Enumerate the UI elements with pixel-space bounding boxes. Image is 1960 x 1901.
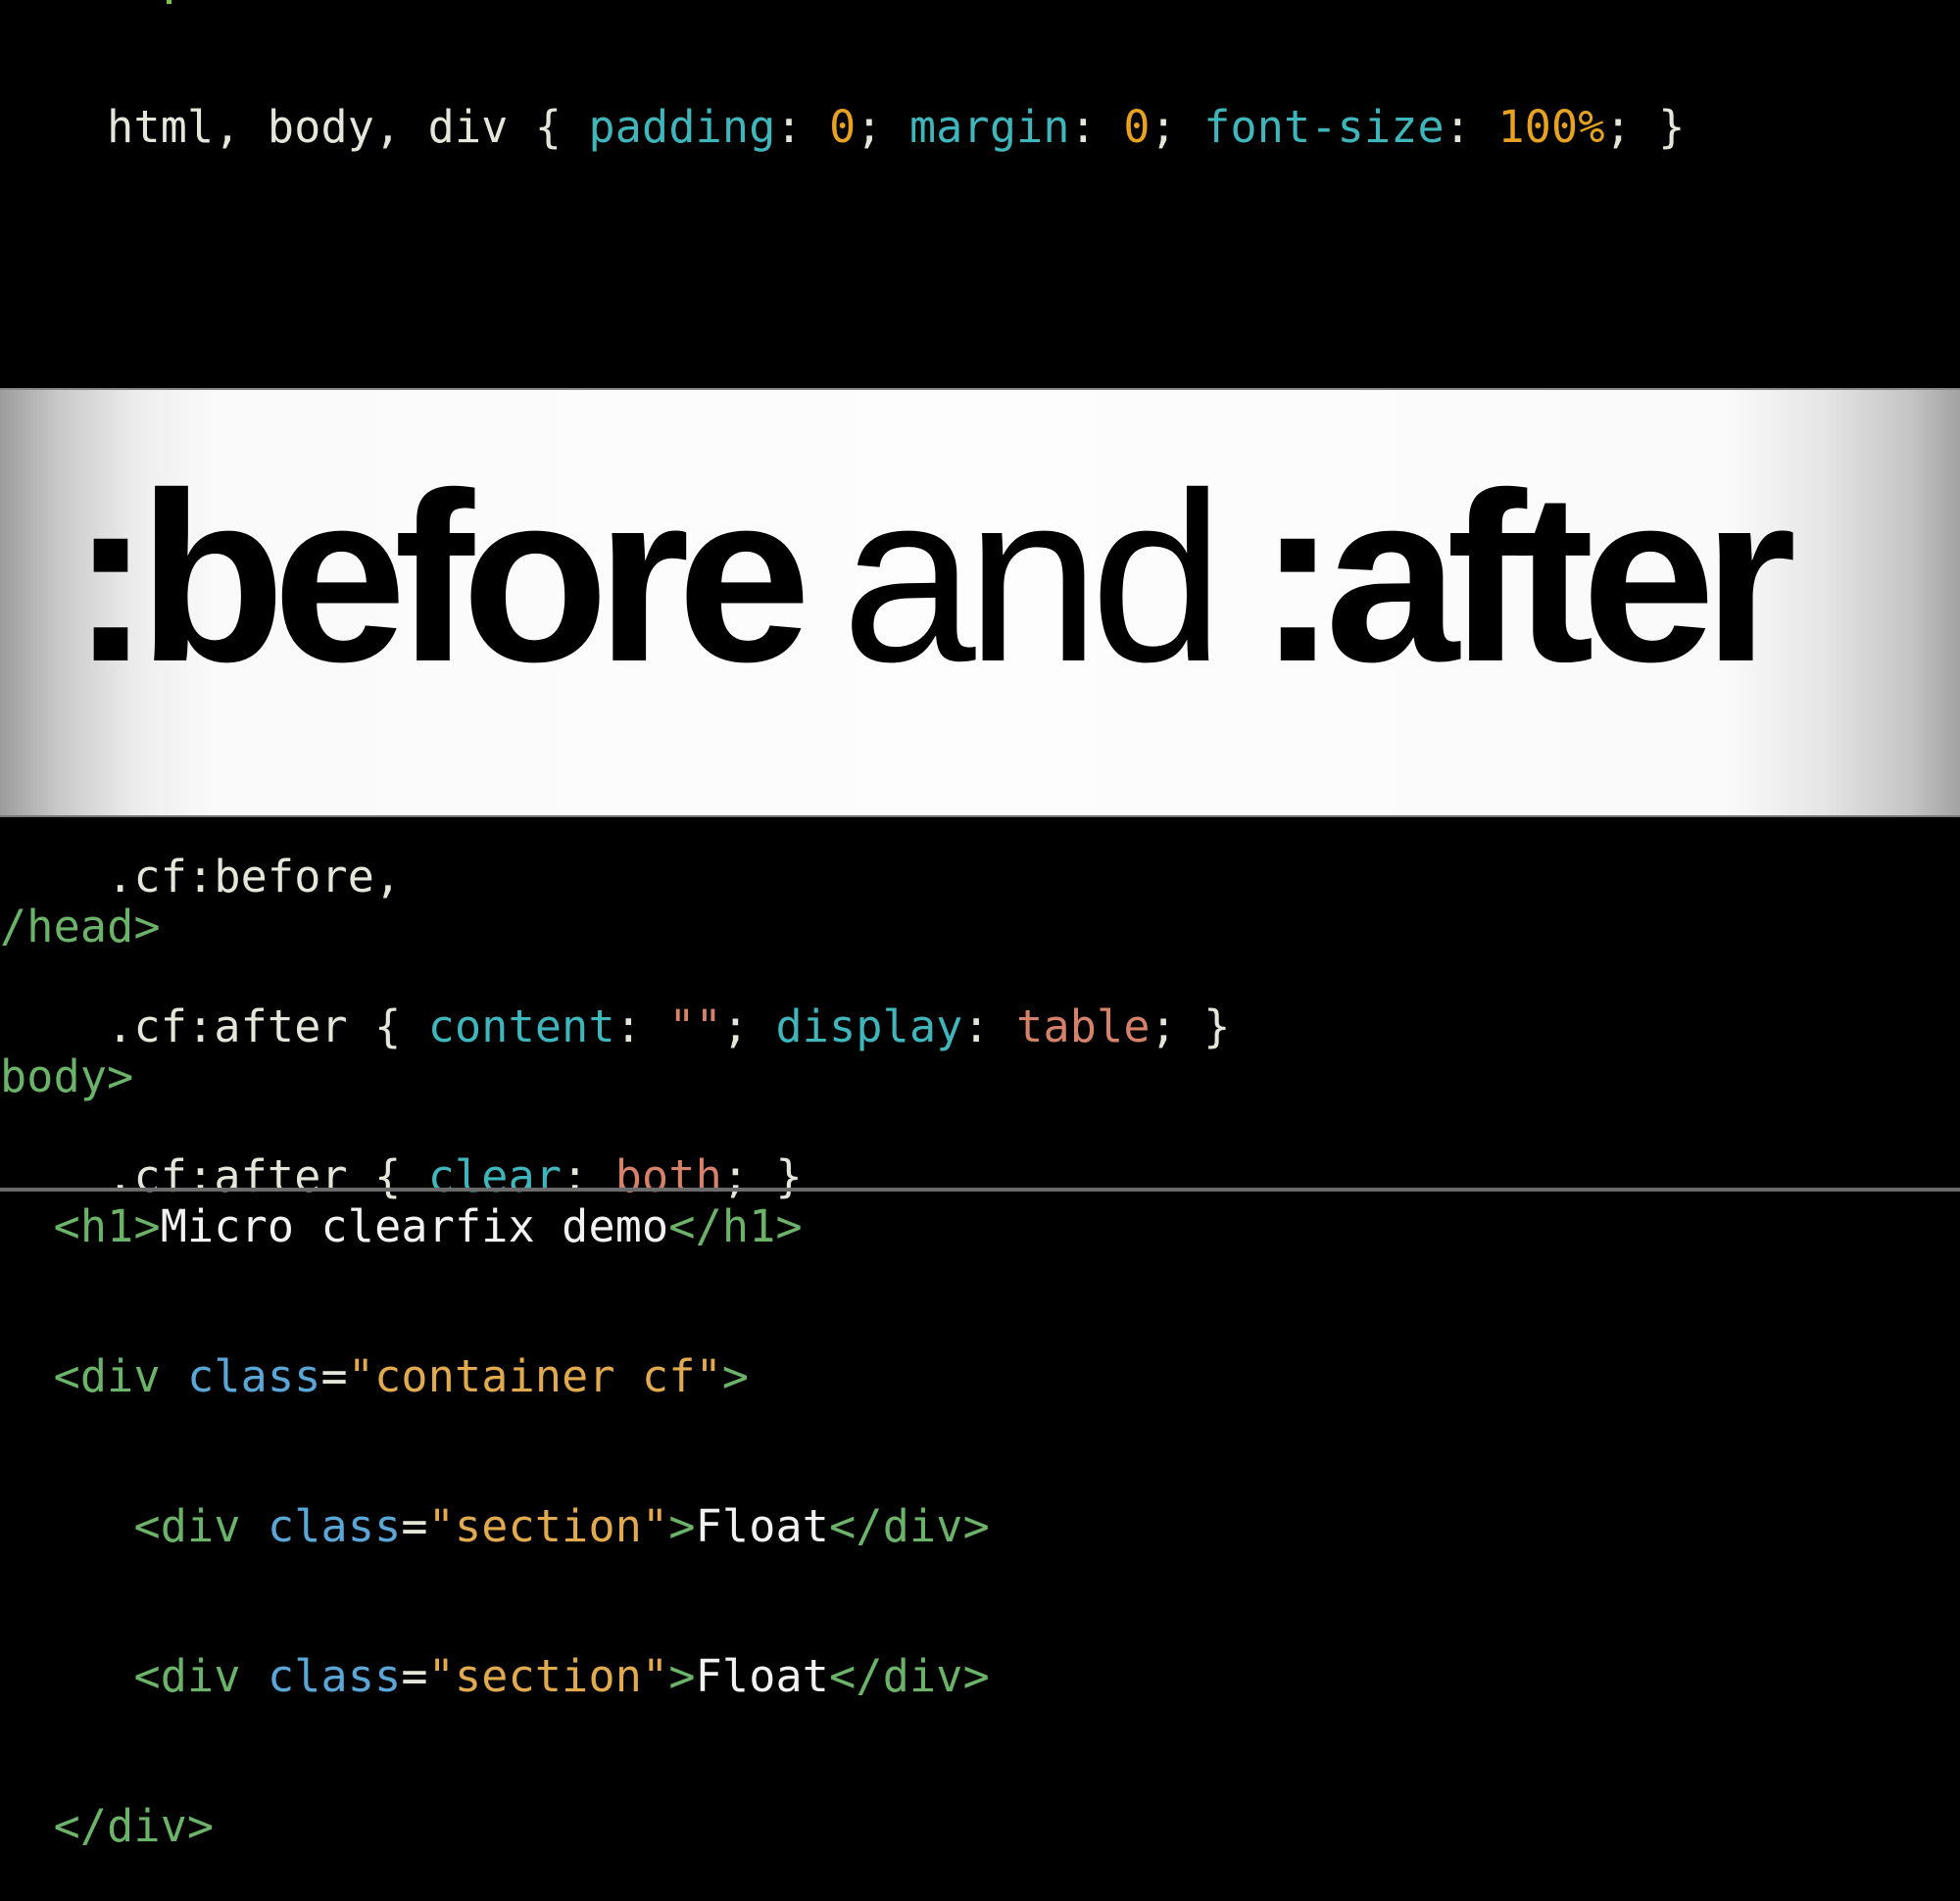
code-property: padding: [588, 101, 776, 153]
code-tag: >: [668, 1650, 696, 1702]
code-text: Float: [695, 1650, 830, 1702]
code-selector: html, body, div {: [107, 101, 589, 153]
code-tag: </div>: [829, 1650, 990, 1702]
code-property: font-size: [1203, 101, 1445, 153]
banner-title: :before and:after: [71, 431, 1796, 725]
bottom-divider: [0, 1188, 1960, 1192]
code-tag: <h1>: [53, 1200, 161, 1252]
code-line: <div class="container cf">: [0, 1351, 1960, 1401]
code-number: 0: [829, 101, 857, 153]
code-tag: >: [668, 1500, 696, 1552]
code-tag: <div: [133, 1650, 268, 1702]
code-attr: class: [187, 1350, 321, 1402]
code-line: <div class="section">Float</div>: [0, 1501, 1960, 1551]
code-line: <h1>Micro clearfix demo</h1>: [0, 1201, 1960, 1251]
title-and: and: [841, 443, 1224, 712]
code-tag: <div: [53, 1350, 188, 1402]
code-number: 100%: [1497, 101, 1605, 153]
code-tag: body>: [0, 1050, 134, 1102]
code-punct: =: [320, 1350, 348, 1402]
code-tag: </div>: [829, 1500, 990, 1552]
code-punct: ; }: [1604, 101, 1686, 153]
title-before: :before: [71, 443, 811, 712]
code-property: margin: [908, 101, 1070, 153]
code-tag: /head>: [0, 901, 161, 952]
code-punct: :: [1444, 101, 1498, 153]
title-after: :after: [1257, 443, 1796, 712]
code-punct: =: [401, 1500, 428, 1552]
code-text: Float: [695, 1500, 830, 1552]
code-string: "section": [427, 1650, 669, 1702]
code-line: body>: [0, 1051, 1960, 1101]
code-punct: ;: [856, 101, 909, 153]
code-line: html, body, div { padding: 0; margin: 0;…: [0, 102, 1960, 152]
code-attr: class: [267, 1500, 402, 1552]
code-line: <div class="section">Float</div>: [0, 1651, 1960, 1701]
code-tag: <div: [133, 1500, 268, 1552]
code-punct: :: [775, 101, 830, 153]
code-punct: :: [1069, 101, 1124, 153]
code-line: </div>: [0, 1801, 1960, 1851]
code-attr: class: [267, 1650, 402, 1702]
code-punct: =: [401, 1650, 428, 1702]
code-text: Micro clearfix demo: [160, 1200, 669, 1252]
code-tag: </div>: [53, 1800, 215, 1852]
code-punct: ;: [1150, 101, 1204, 153]
code-number: 0: [1123, 101, 1151, 153]
code-string: "container cf": [347, 1350, 722, 1402]
code-line: /head>: [0, 902, 1960, 951]
code-tag: </h1>: [668, 1200, 803, 1252]
code-tag: >: [721, 1350, 750, 1402]
html-code-editor[interactable]: /head> body> <h1>Micro clearfix demo</h1…: [0, 802, 1960, 1901]
code-string: "section": [427, 1500, 669, 1552]
